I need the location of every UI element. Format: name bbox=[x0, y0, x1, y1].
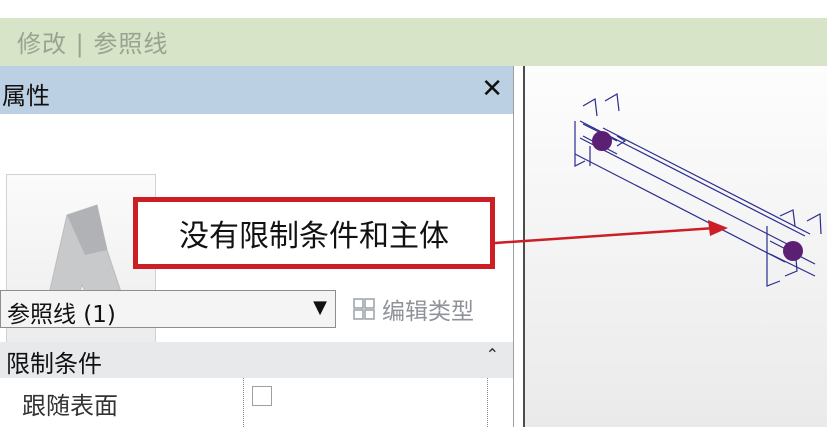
annotation-text: 没有限制条件和主体 bbox=[179, 219, 449, 254]
annotation-callout: 没有限制条件和主体 bbox=[133, 197, 495, 269]
